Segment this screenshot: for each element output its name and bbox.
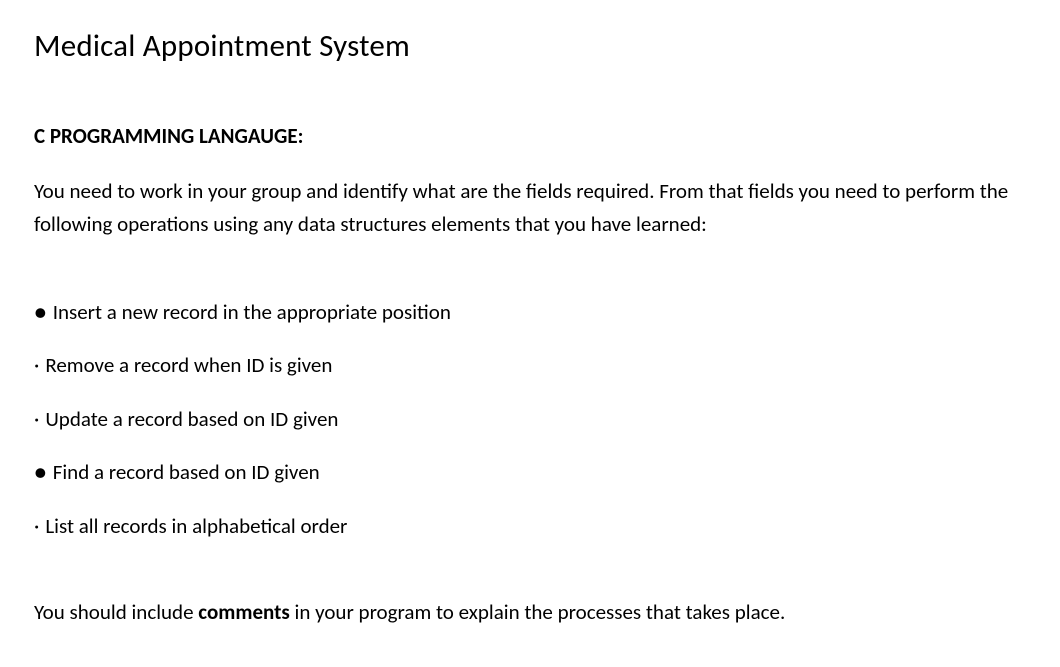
list-item-text: List all records in alphabetical order <box>45 513 347 539</box>
list-item-text: Find a record based on ID given <box>53 459 320 485</box>
bullet-icon: · <box>34 351 39 380</box>
list-item-text: Insert a new record in the appropriate p… <box>53 299 451 325</box>
intro-paragraph: You need to work in your group and ident… <box>34 175 1026 240</box>
bullet-icon: · <box>34 512 39 541</box>
closing-prefix: You should include <box>34 599 198 625</box>
list-item: ●Find a record based on ID given <box>34 458 1026 487</box>
list-item: ·Remove a record when ID is given <box>34 351 1026 380</box>
section-heading: C PROGRAMMING LANGAUGE: <box>34 123 1026 149</box>
list-item-text: Remove a record when ID is given <box>45 352 332 378</box>
closing-bold: comments <box>198 599 289 625</box>
list-item-text: Update a record based on ID given <box>45 406 338 432</box>
list-item: ·List all records in alphabetical order <box>34 512 1026 541</box>
bullet-icon: ● <box>34 458 47 487</box>
bullet-icon: · <box>34 405 39 434</box>
list-item: ●Insert a new record in the appropriate … <box>34 298 1026 327</box>
bullet-icon: ● <box>34 298 47 327</box>
document-title: Medical Appointment System <box>34 27 1026 65</box>
list-item: ·Update a record based on ID given <box>34 405 1026 434</box>
closing-suffix: in your program to explain the processes… <box>290 599 786 625</box>
closing-paragraph: You should include comments in your prog… <box>34 597 1026 629</box>
operations-list: ●Insert a new record in the appropriate … <box>34 298 1026 541</box>
